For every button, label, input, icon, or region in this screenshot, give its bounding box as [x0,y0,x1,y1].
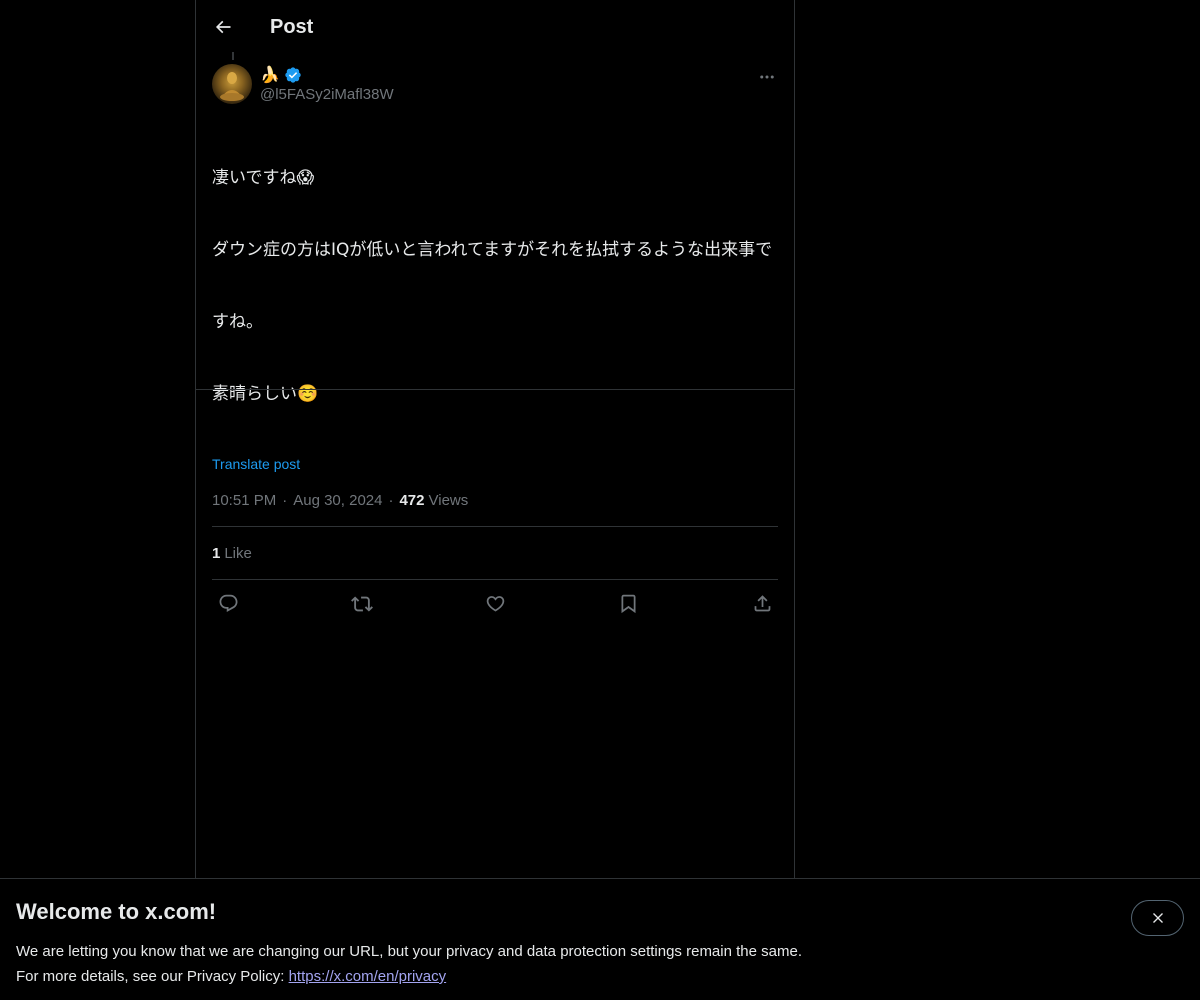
welcome-banner: Welcome to x.com! We are letting you kno… [0,878,1200,1000]
repost-button[interactable] [350,592,374,616]
banner-title: Welcome to x.com! [16,899,217,924]
post-text-line: 素晴らしい☺️ [212,384,319,404]
translate-post-link[interactable]: Translate post [212,456,300,472]
back-button[interactable] [212,16,234,38]
heart-icon [486,596,504,612]
close-icon [1152,913,1163,923]
post-text-line: ダウン症の方はIQが低いと言われてますがそれを払拭するような出来事で [212,240,773,260]
like-button[interactable] [483,592,507,616]
banner-text-prefix: For more details, see our Privacy Policy… [16,968,289,985]
more-horizontal-icon [760,75,774,79]
post: 🍌 @l5FASy2iMafl38W 凄いですね😱 ダウン症の方はIQが低いと言… [196,54,794,627]
repost-icon [350,596,373,611]
banner-text-line: For more details, see our Privacy Policy… [16,964,1184,989]
main-column: Post 🍌 @l5FASy2iMafl38W 凄いですね😱 ダウン症の方はIQ… [195,0,795,1000]
action-bar [212,580,778,627]
divider [196,389,794,390]
avatar[interactable] [212,64,252,104]
more-options-button[interactable] [756,66,778,88]
banner-text-line: We are letting you know that we are chan… [16,943,802,960]
banner-text: We are letting you know that we are chan… [16,939,1184,989]
author-row: 🍌 @l5FASy2iMafl38W [212,54,778,110]
likes-row[interactable]: 1 Like [212,527,778,579]
page-header: Post [196,0,794,54]
separator-dot: · [388,492,394,509]
bookmark-icon [621,594,636,614]
post-text-line: 凄いですね😱 [212,168,315,188]
banner-close-button[interactable] [1131,900,1184,936]
privacy-policy-link[interactable]: https://x.com/en/privacy [289,968,447,985]
bookmark-button[interactable] [617,592,641,616]
author-info: 🍌 @l5FASy2iMafl38W [260,64,394,103]
post-text: 凄いですね😱 ダウン症の方はIQが低いと言われてますがそれを払拭するような出来事… [212,118,778,454]
share-icon [754,595,770,612]
post-text-line: すね。 [212,312,263,332]
views-count: 472 [399,492,425,509]
post-meta: 10:51 PM · Aug 30, 2024 · 472 Views [212,492,778,526]
post-time[interactable]: 10:51 PM [212,492,276,509]
user-handle[interactable]: @l5FASy2iMafl38W [260,86,394,103]
reply-icon [219,594,237,612]
verified-badge-icon [284,66,302,84]
post-date[interactable]: Aug 30, 2024 [293,492,382,509]
display-name[interactable]: 🍌 [260,65,280,85]
likes-label: Like [224,544,252,562]
separator-dot: · [282,492,288,509]
share-button[interactable] [750,592,774,616]
name-row: 🍌 [260,64,394,86]
arrow-left-icon [215,20,231,34]
reply-button[interactable] [216,592,240,616]
views-label: Views [428,492,469,509]
page-title: Post [270,15,314,38]
buddha-avatar-icon [220,72,244,101]
likes-count: 1 [212,544,221,562]
